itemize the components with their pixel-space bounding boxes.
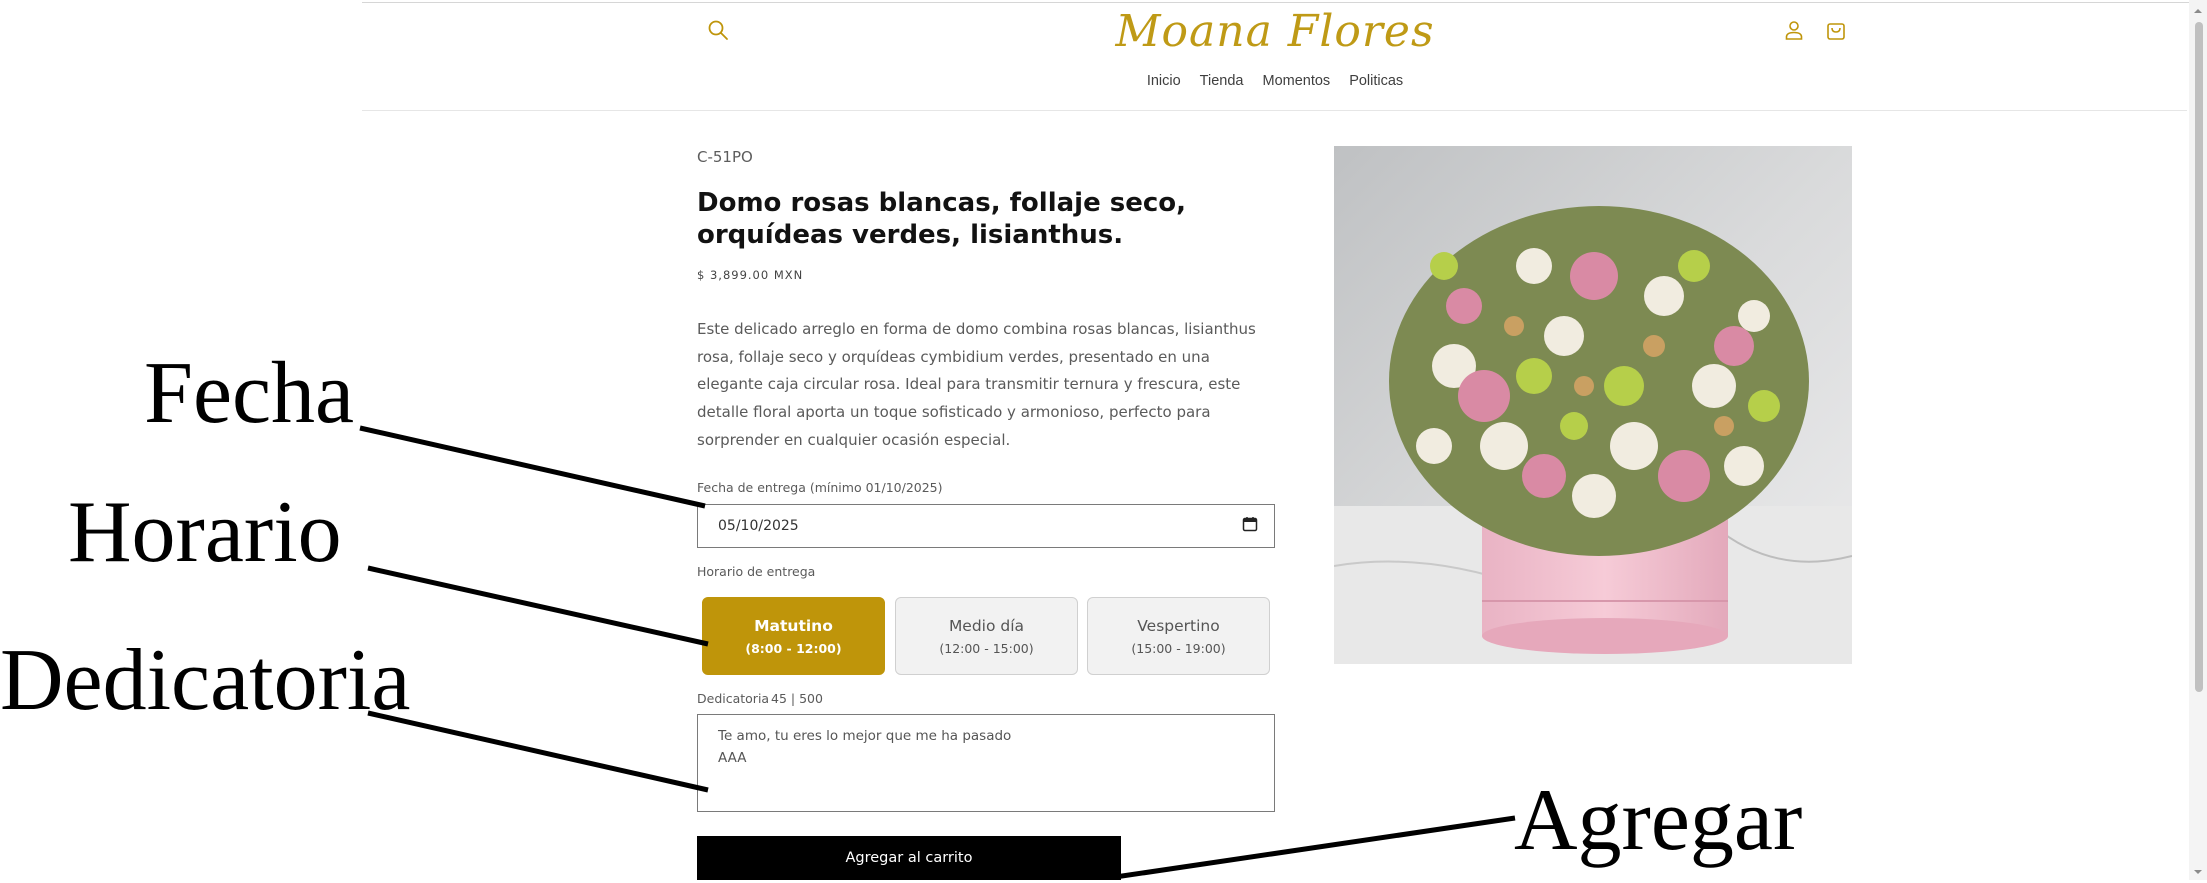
annotation-fecha: Fecha bbox=[144, 345, 355, 442]
annotation-horario: Horario bbox=[68, 484, 342, 581]
annotation-agregar: Agregar bbox=[1514, 772, 1803, 869]
annotation-dedicatoria: Dedicatoria bbox=[0, 632, 411, 729]
